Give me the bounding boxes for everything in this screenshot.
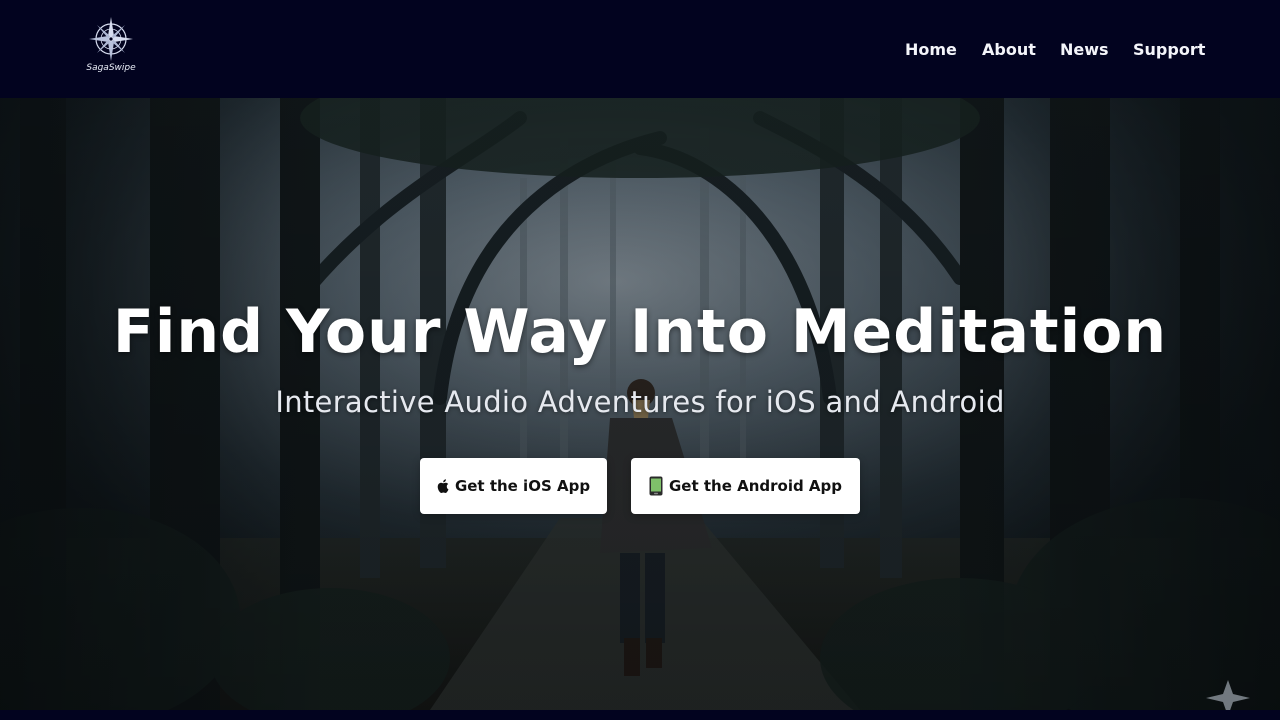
mobile-phone-icon — [649, 476, 663, 496]
ios-button-label: Get the iOS App — [454, 477, 591, 495]
footer-edge — [0, 710, 1280, 720]
apple-icon — [437, 479, 449, 493]
main-nav: Home About News Support — [0, 38, 1205, 62]
nav-home[interactable]: Home — [905, 38, 957, 62]
hero-subtitle: Interactive Audio Adventures for iOS and… — [275, 385, 1005, 419]
nav-about[interactable]: About — [982, 38, 1036, 62]
android-button-label: Get the Android App — [668, 477, 843, 495]
logo-text: SagaSwipe — [86, 63, 136, 73]
site-header: SagaSwipe Home About News Support — [0, 0, 1280, 98]
hero-title: Find Your Way Into Meditation — [112, 297, 1168, 367]
hero-section: Find Your Way Into Meditation Interactiv… — [0, 98, 1280, 710]
get-android-app-button[interactable]: Get the Android App — [631, 458, 860, 514]
decorative-star-icon — [1206, 680, 1250, 710]
nav-support[interactable]: Support — [1133, 38, 1205, 62]
nav-news[interactable]: News — [1060, 38, 1109, 62]
get-ios-app-button[interactable]: Get the iOS App — [420, 458, 607, 514]
